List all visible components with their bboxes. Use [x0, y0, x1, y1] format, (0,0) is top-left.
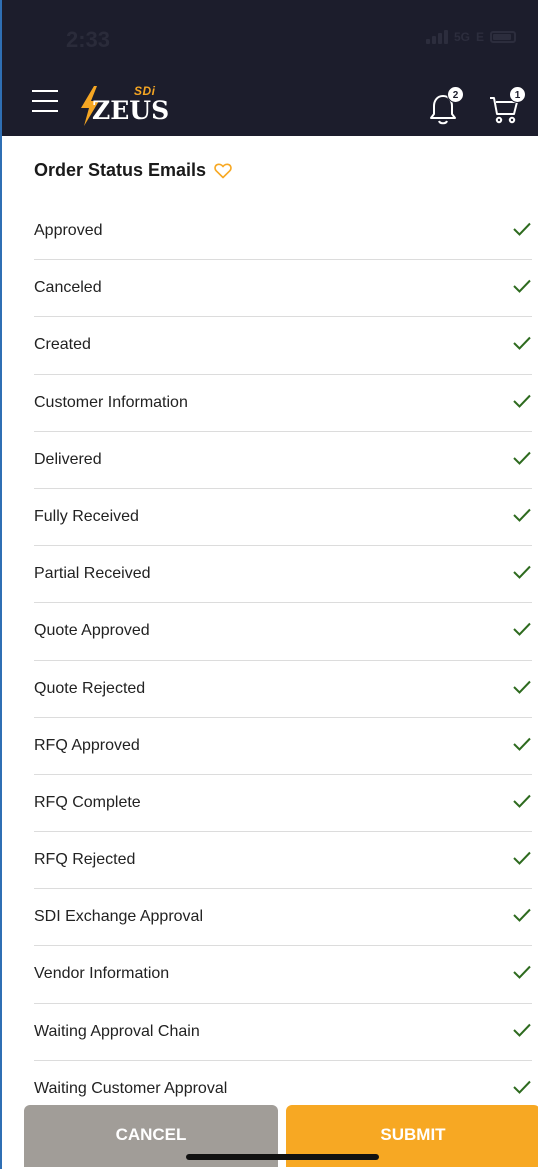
checkmark-icon	[513, 680, 531, 694]
checkmark-icon	[513, 1080, 531, 1094]
menu-icon[interactable]	[32, 90, 60, 116]
settings-content[interactable]: Order Status Emails Approved Canceled Cr…	[2, 136, 538, 1104]
signal-icon	[425, 30, 448, 44]
list-item-label: Canceled	[34, 279, 102, 297]
checkmark-icon	[513, 508, 531, 522]
list-item-label: Fully Received	[34, 507, 139, 525]
list-item-label: Customer Information	[34, 393, 188, 411]
checkmark-icon	[513, 279, 531, 294]
status-bar: 2:33 5G E	[2, 0, 538, 78]
list-item-label: Created	[34, 336, 91, 354]
section-header: Order Status Emails	[34, 160, 232, 181]
list-item[interactable]: Delivered	[34, 432, 532, 489]
list-item[interactable]: Quote Approved	[34, 603, 532, 661]
checkmark-icon	[513, 737, 531, 751]
list-item-label: Vendor Information	[34, 965, 170, 983]
checkmark-icon	[513, 966, 531, 980]
checkmark-icon	[513, 794, 531, 808]
list-item[interactable]: RFQ Complete	[34, 775, 532, 833]
checkmark-icon	[513, 394, 531, 408]
list-item[interactable]: Created	[34, 317, 532, 375]
app-screen: 2:33 5G E SDi ZEUS 2 1 Order Status Emai…	[0, 0, 538, 1169]
list-item-label: Quote Rejected	[34, 679, 146, 697]
zeus-logo: SDi ZEUS	[78, 84, 170, 128]
notifications-button[interactable]: 2	[426, 86, 464, 126]
list-item[interactable]: Quote Rejected	[34, 661, 532, 718]
list-item-label: Waiting Approval Chain	[34, 1022, 200, 1040]
notification-badge: 2	[447, 86, 464, 103]
list-item[interactable]: Waiting Approval Chain	[34, 1004, 532, 1061]
status-time: 2:33	[66, 27, 111, 52]
list-item-label: Approved	[34, 222, 103, 239]
checkmark-icon	[513, 565, 531, 580]
cart-button[interactable]: 1	[488, 86, 526, 126]
email-status-list: Approved Canceled Created Customer Infor…	[34, 203, 532, 1104]
list-item[interactable]: Vendor Information	[34, 946, 532, 1004]
cart-badge: 1	[509, 86, 526, 103]
list-item[interactable]: Approved	[34, 203, 532, 261]
checkmark-icon	[513, 451, 531, 465]
list-item[interactable]: RFQ Rejected	[34, 832, 532, 890]
checkmark-icon	[513, 623, 531, 637]
list-item[interactable]: Partial Received	[34, 546, 532, 604]
list-item[interactable]: Customer Information	[34, 375, 532, 432]
list-item-label: RFQ Complete	[34, 793, 141, 811]
top-navbar: SDi ZEUS 2 1	[2, 78, 538, 136]
list-item[interactable]: RFQ Approved	[34, 718, 532, 775]
list-item-label: Partial Received	[34, 565, 151, 583]
list-item-label: Quote Approved	[34, 622, 150, 640]
list-item-label: Delivered	[34, 450, 102, 468]
list-item[interactable]: Canceled	[34, 260, 532, 318]
logo-zeus-text: ZEUS	[92, 96, 170, 125]
status-indicators: 5G E	[425, 30, 516, 44]
list-item[interactable]: Fully Received	[34, 489, 532, 547]
checkmark-icon	[513, 1023, 531, 1037]
checkmark-icon	[513, 222, 531, 236]
list-item[interactable]: Waiting Customer Approval	[34, 1061, 532, 1104]
list-item-label: SDI Exchange Approval	[34, 908, 203, 926]
list-item[interactable]: SDI Exchange Approval	[34, 889, 532, 947]
network-suffix: E	[475, 30, 484, 44]
list-item-label: Waiting Customer Approval	[34, 1079, 228, 1097]
checkmark-icon	[513, 337, 531, 351]
checkmark-icon	[513, 909, 531, 923]
home-indicator[interactable]	[186, 1154, 379, 1160]
heart-icon[interactable]	[214, 162, 232, 179]
section-title: Order Status Emails	[34, 160, 207, 180]
checkmark-icon	[513, 851, 531, 865]
network-label: 5G	[453, 30, 470, 44]
list-item-label: RFQ Rejected	[34, 851, 136, 869]
battery-icon	[490, 31, 516, 43]
list-item-label: RFQ Approved	[34, 736, 140, 754]
